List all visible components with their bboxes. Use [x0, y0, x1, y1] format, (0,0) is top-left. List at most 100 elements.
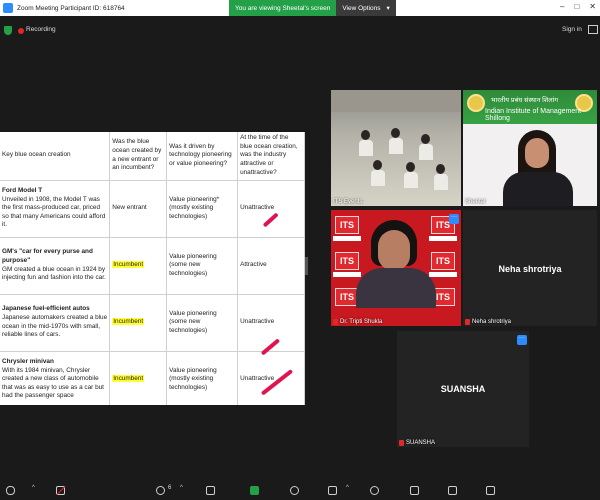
table-row: Ford Model T Unveiled in 1908, the Model…: [0, 180, 305, 238]
blue-ocean-table: Key blue ocean creation Was the blue oce…: [0, 132, 305, 405]
row-desc: Unveiled in 1908, the Model T was the fi…: [2, 195, 106, 229]
entrant-value: Incumbent: [112, 261, 145, 269]
table-cell: Attractive: [237, 237, 305, 295]
attractive-value: Unattractive: [240, 204, 275, 212]
table-cell: Unattractive: [237, 180, 305, 238]
more-options-button[interactable]: ···: [449, 214, 459, 224]
entrant-value: Incumbent: [112, 318, 145, 326]
more-icon[interactable]: [486, 486, 495, 495]
recording-icon: [18, 28, 24, 34]
row-title: Japanese fuel-efficient autos: [2, 305, 90, 313]
its-logo: ITS: [431, 252, 455, 270]
classroom-wall: [331, 90, 461, 112]
student-figure: [371, 170, 385, 186]
participant-name: SUANSHA: [399, 440, 435, 446]
signin-link[interactable]: Sign in: [562, 26, 582, 33]
participant-name-label: Sheetal: [465, 199, 486, 205]
chevron-up-icon[interactable]: ^: [180, 485, 183, 491]
row-desc: With its 1984 minivan, Chrysler created …: [2, 366, 104, 400]
whiteboard-icon[interactable]: [448, 486, 457, 495]
reactions-icon[interactable]: [370, 486, 379, 495]
participant-face: [525, 138, 549, 168]
microphone-icon[interactable]: [6, 486, 15, 495]
participant-body: [356, 268, 436, 308]
table-header: Was it driven by technology pioneering o…: [166, 132, 239, 181]
meeting-toolbar: ^ 6 ^ ^: [0, 480, 600, 500]
its-logo-strip: [429, 236, 457, 241]
share-screen-icon[interactable]: [250, 486, 259, 495]
participant-body: [503, 172, 573, 206]
student-figure: [419, 144, 433, 160]
speaker-view-icon[interactable]: [588, 25, 598, 34]
table-cell: Incumbent: [109, 294, 168, 352]
mic-muted-icon: [465, 319, 470, 325]
driver-value: Value pioneering* (mostly existing techn…: [169, 195, 220, 220]
its-logo-strip: [429, 272, 457, 277]
participants-count: 6: [168, 485, 172, 491]
table-cell: Value pioneering (some new technologies): [166, 294, 239, 352]
maximize-button[interactable]: □: [574, 2, 579, 11]
row-title: Ford Model T: [2, 186, 43, 194]
table-cell: Incumbent: [109, 237, 168, 295]
split-view-handle[interactable]: [305, 257, 308, 275]
window-controls: – □ ✕: [560, 2, 596, 11]
video-tile-its-events[interactable]: ITS Events: [331, 90, 461, 206]
record-icon[interactable]: [290, 486, 299, 495]
student-figure: [421, 134, 430, 144]
participant-display-name: SUANSHA: [440, 384, 486, 394]
row-title: Chrysler minivan: [2, 357, 54, 365]
chat-icon[interactable]: [206, 486, 215, 495]
video-tile-neha[interactable]: Neha shrotriya Neha shrotriya: [463, 210, 597, 326]
table-cell: GM's "car for every purse and purpose" G…: [0, 237, 111, 295]
participants-icon[interactable]: [156, 486, 165, 495]
attractive-value: Unattractive: [240, 375, 275, 383]
participant-name-label: SUANSHA: [406, 440, 436, 446]
table-row: GM's "car for every purse and purpose" G…: [0, 237, 305, 295]
student-figure: [436, 164, 445, 174]
mic-muted-icon: [333, 319, 338, 325]
mic-muted-icon: [399, 440, 404, 446]
student-figure: [391, 128, 400, 138]
more-options-button[interactable]: ···: [517, 335, 527, 345]
row-desc: GM created a blue ocean in 1924 by injec…: [2, 265, 106, 282]
table-cell: Value pioneering* (mostly existing techn…: [166, 180, 239, 238]
chevron-up-icon[interactable]: ^: [346, 485, 349, 491]
view-options-button[interactable]: View Options ▾: [336, 0, 396, 16]
student-figure: [434, 174, 448, 190]
table-cell: Chrysler minivan With its 1984 minivan, …: [0, 351, 111, 405]
table-row: Japanese fuel-efficient autos Japanese a…: [0, 294, 305, 352]
apps-icon[interactable]: [410, 486, 419, 495]
its-logo-strip: [333, 236, 361, 241]
minimize-button[interactable]: –: [560, 2, 564, 11]
its-logo: ITS: [335, 252, 359, 270]
attractive-value: Attractive: [240, 261, 267, 269]
table-header: Was the blue ocean created by a new entr…: [109, 132, 168, 181]
iim-hindi-name: भारतीय प्रबंध संस्थान शिलांग: [491, 97, 558, 104]
table-header-row: Key blue ocean creation Was the blue oce…: [0, 132, 305, 181]
student-figure: [389, 138, 403, 154]
table-cell: Ford Model T Unveiled in 1908, the Model…: [0, 180, 111, 238]
table-cell: Value pioneering (mostly existing techno…: [166, 351, 239, 405]
table-cell: Incumbent: [109, 351, 168, 405]
closed-caption-icon[interactable]: [328, 486, 337, 495]
chevron-up-icon[interactable]: ^: [32, 485, 35, 491]
video-tile-sheetal[interactable]: भारतीय प्रबंध संस्थान शिलांग Indian Inst…: [463, 90, 597, 206]
shield-icon[interactable]: [4, 26, 12, 35]
driver-value: Value pioneering (some new technologies): [169, 252, 217, 277]
close-button[interactable]: ✕: [589, 2, 596, 11]
table-cell: Japanese fuel-efficient autos Japanese a…: [0, 294, 111, 352]
participant-name: Dr. Tripti Shukla: [333, 319, 382, 325]
participant-face: [378, 230, 410, 270]
table-cell: New entrant: [109, 180, 168, 238]
video-tile-tripti[interactable]: ITS ITS ITS ITS ITS ITS ··· Dr. Tripti S…: [331, 210, 461, 326]
view-options-label: View Options: [342, 4, 381, 12]
table-cell: Unattractive: [237, 351, 305, 405]
row-desc: Japanese automakers created a blue ocean…: [2, 313, 108, 339]
video-tile-suansha[interactable]: ··· SUANSHA SUANSHA: [397, 331, 529, 447]
table-header: At the time of the blue ocean creation, …: [237, 132, 305, 181]
its-logo-strip: [333, 272, 361, 277]
participant-name-label: ITS Events: [333, 199, 363, 205]
driver-value: Value pioneering (mostly existing techno…: [169, 366, 217, 391]
iim-english-name: Indian Institute of Management Shillong: [485, 108, 582, 122]
shared-screen: Key blue ocean creation Was the blue oce…: [0, 132, 305, 405]
